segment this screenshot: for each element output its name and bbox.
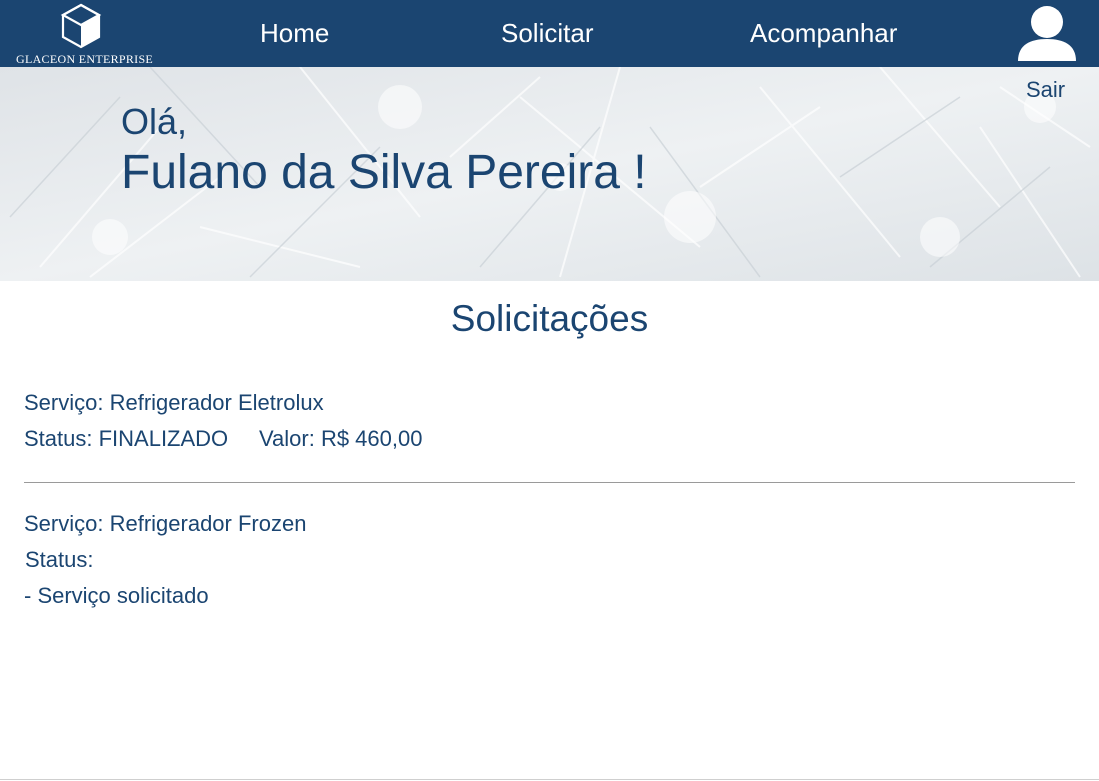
service-name: Serviço: Refrigerador Eletrolux: [24, 390, 324, 415]
user-avatar-icon[interactable]: [1016, 3, 1078, 63]
divider: [24, 482, 1075, 483]
nav-home[interactable]: Home: [260, 18, 329, 49]
price-value: Valor: R$ 460,00: [259, 426, 423, 451]
service-name: Serviço: Refrigerador Frozen: [24, 511, 307, 536]
nav-solicitar[interactable]: Solicitar: [501, 18, 593, 49]
bottom-divider: [0, 779, 1099, 780]
nav-acompanhar[interactable]: Acompanhar: [750, 18, 897, 49]
status-text: Status: FINALIZADO: [24, 426, 229, 451]
logo[interactable]: GLACEON ENTERPRISE: [14, 2, 159, 66]
top-navigation-bar: GLACEON ENTERPRISE Home Solicitar Acompa…: [0, 0, 1099, 67]
cube-logo-icon: [60, 3, 102, 49]
section-title: Solicitações: [450, 298, 649, 339]
greeting: Olá,: [121, 101, 188, 142]
user-name: Fulano da Silva Pereira !: [121, 146, 647, 199]
hero-banner: Olá, Fulano da Silva Pereira !: [0, 67, 1099, 281]
logo-text: GLACEON ENTERPRISE: [16, 52, 154, 66]
status-text: Status:: [25, 547, 94, 572]
page: GLACEON ENTERPRISE Home Solicitar Acompa…: [0, 0, 1099, 781]
logout-link[interactable]: Sair: [1026, 77, 1065, 103]
status-detail: - Serviço solicitado: [24, 583, 209, 608]
